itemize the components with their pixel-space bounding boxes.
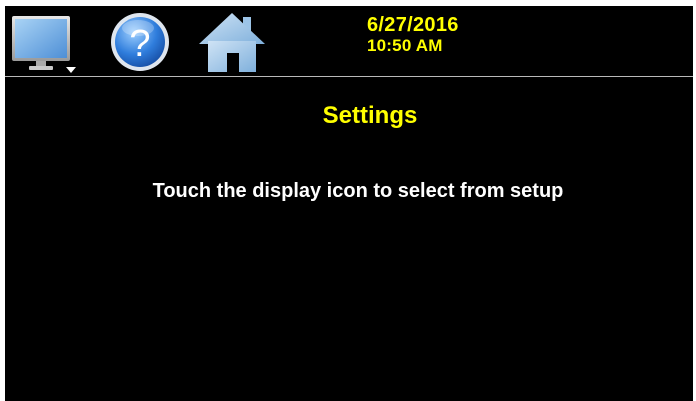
date-time-display: 6/27/2016 10:50 AM: [367, 15, 527, 56]
current-date: 6/27/2016: [367, 14, 459, 36]
display-panel: ? 6/27/2016 10:50 AM Settings Touch the …: [5, 6, 693, 401]
svg-text:?: ?: [129, 23, 150, 65]
help-icon: ?: [111, 13, 169, 71]
instruction-text: Touch the display icon to select from se…: [152, 180, 564, 202]
display-menu-button[interactable]: [11, 14, 77, 74]
current-time: 10:50 AM: [367, 36, 443, 55]
home-button[interactable]: [197, 11, 267, 73]
display-menu-icon: [12, 16, 76, 73]
toolbar-divider: [5, 76, 693, 77]
page-title: Settings: [322, 102, 418, 129]
hmi-screen: ? 6/27/2016 10:50 AM Settings Touch the …: [0, 0, 696, 401]
help-button[interactable]: ?: [108, 11, 172, 73]
home-icon: [199, 13, 265, 72]
top-toolbar: ? 6/27/2016 10:50 AM: [5, 6, 693, 77]
